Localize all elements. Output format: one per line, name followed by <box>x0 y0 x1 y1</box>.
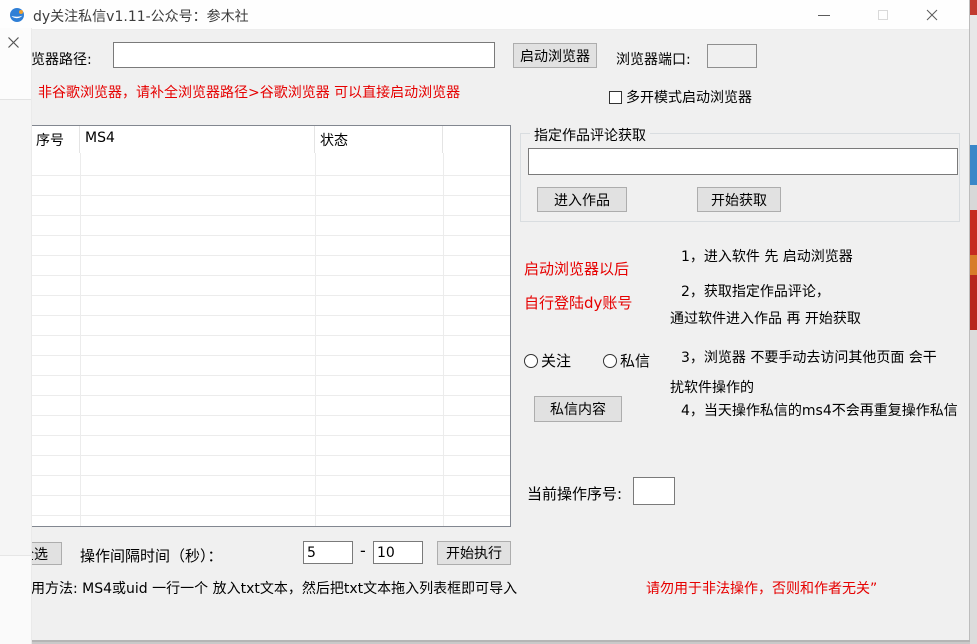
interval-min-input[interactable] <box>303 541 353 564</box>
maximize-button[interactable] <box>860 0 906 30</box>
table-header-row: 序号 MS4 状态 <box>31 126 510 153</box>
strip-segment <box>970 145 977 185</box>
column-header-index[interactable]: 序号 <box>31 126 80 153</box>
overlay-top-section <box>0 28 31 100</box>
ms4-list-table[interactable]: 序号 MS4 状态 <box>30 125 511 527</box>
comment-fetch-group-title: 指定作品评论获取 <box>530 125 650 145</box>
current-op-input[interactable] <box>633 477 675 505</box>
follow-radio[interactable]: 关注 <box>524 350 571 371</box>
table-column-line <box>443 153 444 526</box>
minimize-icon <box>818 15 830 16</box>
checkbox-icon[interactable] <box>609 91 622 104</box>
maximize-icon <box>878 10 888 20</box>
left-overlay-panel <box>0 28 32 644</box>
instruction-line-4: 4，当天操作私信的ms4不会再重复操作私信 <box>681 400 958 420</box>
strip-segment <box>970 275 977 330</box>
instruction-line-2: 2，获取指定作品评论， <box>681 281 830 301</box>
strip-segment <box>970 255 977 275</box>
start-execute-button[interactable]: 开始执行 <box>437 541 511 565</box>
follow-radio-label: 关注 <box>541 350 571 371</box>
strip-segment <box>970 330 977 644</box>
column-header-status[interactable]: 状态 <box>315 126 443 153</box>
overlay-close-button[interactable] <box>4 33 22 51</box>
disclaimer-text: 请勿用于非法操作，否则和作者无关” <box>646 578 877 598</box>
interval-label: 操作间隔时间（秒）： <box>80 545 223 566</box>
browser-port-label: 浏览器端口: <box>616 49 691 69</box>
titlebar: dy关注私信v1.11-公众号：参木社 <box>0 0 969 30</box>
strip-segment <box>970 185 977 210</box>
table-column-line <box>80 153 81 526</box>
app-window: dy关注私信v1.11-公众号：参木社 浏览器路径: 启动浏览器 浏览器端口: … <box>0 0 970 641</box>
strip-segment <box>970 210 977 255</box>
multi-open-checkbox-row[interactable]: 多开模式启动浏览器 <box>609 87 752 107</box>
window-title: dy关注私信v1.11-公众号：参木社 <box>33 6 249 26</box>
login-notice-line2: 自行登陆dy账号 <box>524 292 632 313</box>
overlay-bottom-section <box>0 555 31 644</box>
instruction-line-2b: 通过软件进入作品 再 开始获取 <box>670 308 861 328</box>
minimize-button[interactable] <box>801 0 847 30</box>
login-notice-line1: 启动浏览器以后 <box>524 258 629 279</box>
start-fetch-button[interactable]: 开始获取 <box>697 187 781 212</box>
strip-segment <box>970 0 977 15</box>
close-button[interactable] <box>909 0 955 30</box>
column-header-extra[interactable] <box>443 126 510 153</box>
private-message-radio[interactable]: 私信 <box>603 350 650 371</box>
table-body[interactable] <box>31 156 510 526</box>
multi-open-label: 多开模式启动浏览器 <box>626 87 752 107</box>
column-header-ms4[interactable]: MS4 <box>80 126 315 153</box>
instruction-line-1: 1，进入软件 先 启动浏览器 <box>681 246 853 266</box>
background-window-strip <box>970 0 977 644</box>
pm-radio-label: 私信 <box>620 350 650 371</box>
enter-work-button[interactable]: 进入作品 <box>537 187 627 212</box>
current-op-label: 当前操作序号: <box>527 483 622 504</box>
pm-content-button[interactable]: 私信内容 <box>534 396 622 422</box>
window-bottom-border <box>0 640 970 642</box>
close-icon <box>7 36 20 49</box>
radio-icon[interactable] <box>603 354 617 368</box>
close-icon <box>926 9 938 21</box>
radio-icon[interactable] <box>524 354 538 368</box>
usage-instructions-text: 使用方法: MS4或uid 一行一个 放入txt文本，然后把txt文本拖入列表框… <box>17 578 517 598</box>
instruction-line-3b: 扰软件操作的 <box>670 377 754 397</box>
launch-browser-button[interactable]: 启动浏览器 <box>513 43 597 68</box>
instruction-line-3: 3，浏览器 不要手动去访问其他页面 会干 <box>681 347 937 367</box>
strip-segment <box>970 15 977 145</box>
browser-warning-text: 非谷歌浏览器，请补全浏览器路径>谷歌浏览器 可以直接启动浏览器 <box>38 82 460 102</box>
interval-separator: - <box>360 541 366 560</box>
desktop: dy关注私信v1.11-公众号：参木社 浏览器路径: 启动浏览器 浏览器端口: … <box>0 0 977 644</box>
interval-max-input[interactable] <box>373 541 423 564</box>
app-icon <box>9 7 25 23</box>
browser-port-input[interactable] <box>707 44 757 68</box>
table-column-line <box>315 153 316 526</box>
work-url-input[interactable] <box>528 148 958 175</box>
browser-path-input[interactable] <box>113 42 495 68</box>
